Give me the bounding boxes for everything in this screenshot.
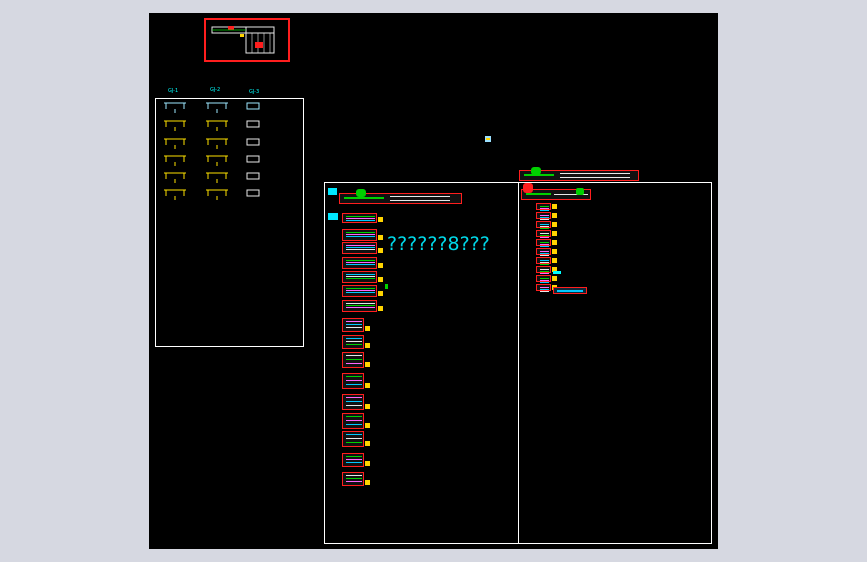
sheet-thumbnail-right[interactable] [536, 275, 551, 283]
sheet-title-tag [378, 235, 383, 240]
sheet-title-tag [552, 249, 557, 254]
sheet-thumbnail-left[interactable] [342, 335, 364, 349]
drawing-marker-inner [486, 138, 490, 140]
sheet-title-tag [365, 480, 370, 485]
sheet-title-tag [552, 276, 557, 281]
section-symbol [206, 138, 228, 149]
sheet-thumbnail-left[interactable] [342, 300, 377, 312]
sheet-thumbnail-right[interactable] [536, 248, 551, 256]
section-symbol [164, 189, 186, 200]
sheet-thumbnail-left[interactable] [342, 373, 364, 389]
section-symbol [246, 138, 260, 146]
green-blob-icon [356, 189, 366, 197]
sheet-thumbnail-left[interactable] [342, 213, 377, 223]
sheet-title-tag [378, 263, 383, 268]
sheet-thumbnail-left[interactable] [342, 352, 364, 368]
sheet-title-tag [552, 222, 557, 227]
sheet-thumbnail-right[interactable] [536, 284, 551, 292]
detail-strip-right[interactable] [553, 287, 587, 294]
section-symbol [206, 120, 228, 131]
sheet-title-tag [552, 240, 557, 245]
sheet-title-tag [552, 213, 557, 218]
section-label-gj-1: GJ-1 [168, 88, 179, 94]
section-symbol [164, 120, 186, 131]
sheet-thumbnail-right[interactable] [536, 266, 551, 274]
sheet-title-tag [365, 441, 370, 446]
cyan-box-icon [328, 188, 337, 195]
section-symbol [246, 172, 260, 180]
red-blob-icon [523, 183, 533, 193]
section-symbol [246, 155, 260, 163]
sheet-thumbnail-left[interactable] [342, 431, 364, 447]
sheet-thumbnail-right[interactable] [536, 203, 551, 211]
sheet-title-tag [378, 248, 383, 253]
sheet-title-tag [365, 343, 370, 348]
sheet-title-tag [365, 404, 370, 409]
sheet-thumbnail-left[interactable] [342, 242, 377, 254]
section-symbol [206, 102, 228, 113]
section-label-gj-2: GJ-2 [210, 87, 221, 93]
green-blob-icon-2 [531, 167, 541, 175]
section-symbol [206, 189, 228, 200]
sheet-thumbnail-left[interactable] [342, 271, 377, 283]
drawing-canvas[interactable]: GJ-1 GJ-2 GJ-3 ??????8??? [149, 13, 718, 549]
sheet-title-tag [365, 383, 370, 388]
sheet-title-tag [552, 231, 557, 236]
section-symbol [246, 120, 260, 128]
sheet-title-tag [365, 423, 370, 428]
sheet-thumbnail-left[interactable] [342, 472, 364, 486]
sheet-thumbnail-left[interactable] [342, 413, 364, 429]
sheet-thumbnail-left[interactable] [342, 394, 364, 410]
sheet-thumbnail-left[interactable] [342, 453, 364, 467]
section-symbol [164, 138, 186, 149]
section-symbol [164, 172, 186, 183]
sheet-title-tag [378, 306, 383, 311]
section-symbol [164, 155, 186, 166]
key-plan-highlight[interactable] [204, 18, 290, 62]
sheet-thumbnail-left[interactable] [342, 318, 364, 332]
section-symbol [206, 172, 228, 183]
sheet-thumbnail-right[interactable] [536, 212, 551, 220]
key-plan-drawing [211, 26, 275, 54]
sheet-thumbnail-right[interactable] [536, 239, 551, 247]
sheet-title-tag [365, 326, 370, 331]
drawing-note-text: ??????8??? [387, 233, 490, 255]
sheet-title-tag [552, 204, 557, 209]
sheet-title-tag [378, 277, 383, 282]
sheet-title-tag [365, 461, 370, 466]
sheet-thumbnail-right[interactable] [536, 221, 551, 229]
sheet-title-tag [552, 258, 557, 263]
section-symbol [246, 102, 260, 110]
section-schedule-frame[interactable] [155, 98, 304, 347]
section-symbol [246, 189, 260, 197]
sheet-title-tag [365, 362, 370, 367]
sheet-thumbnail-left[interactable] [342, 257, 377, 269]
sheet-title-tag [378, 291, 383, 296]
sheet-thumbnail-right[interactable] [536, 257, 551, 265]
section-symbol [164, 102, 186, 113]
section-label-gj-3: GJ-3 [249, 89, 260, 95]
green-blob-icon-3 [576, 188, 584, 195]
sheet-thumbnail-left[interactable] [342, 285, 377, 297]
cyan-box-icon-2 [328, 213, 338, 220]
marker-tiny [553, 271, 561, 274]
green-dot-mark [385, 284, 388, 289]
sheet-title-tag [378, 217, 383, 222]
section-symbol [206, 155, 228, 166]
sheet-thumbnail-right[interactable] [536, 230, 551, 238]
sheet-thumbnail-left[interactable] [342, 229, 377, 241]
